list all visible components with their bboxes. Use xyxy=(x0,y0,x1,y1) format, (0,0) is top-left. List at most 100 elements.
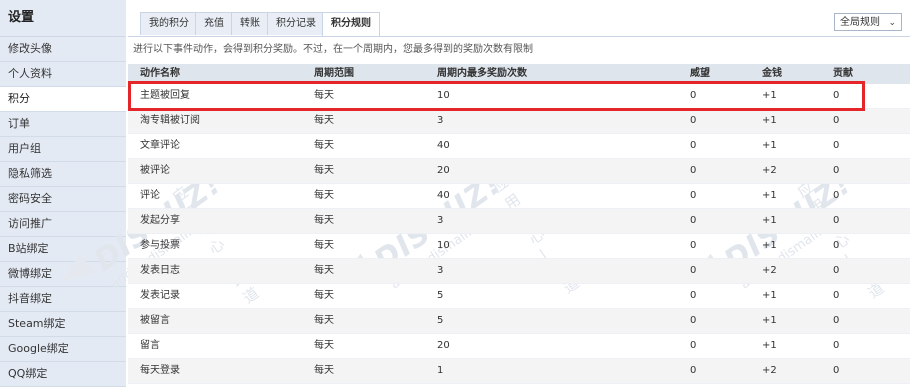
table-cell: 评论 xyxy=(140,190,160,201)
table-cell: 主题被回复 xyxy=(140,90,190,101)
table-cell: 0 xyxy=(833,265,840,276)
table-header: 动作名称 周期范围 周期内最多奖励次数 威望 金钱 贡献 xyxy=(128,64,910,84)
table-cell: 0 xyxy=(833,290,840,301)
table-cell: 0 xyxy=(690,140,697,151)
table-cell: 0 xyxy=(833,240,840,251)
sidebar-item-credits[interactable]: 积分 xyxy=(0,87,126,112)
table-cell: 每天 xyxy=(314,365,334,376)
table-row: 发起分享 每天 3 0 +1 0 xyxy=(128,209,910,234)
column-header: 动作名称 xyxy=(140,68,180,79)
table-cell: 每天 xyxy=(314,215,334,226)
sidebar-item-usergroup[interactable]: 用户组 xyxy=(0,137,126,162)
table-cell: 0 xyxy=(833,340,840,351)
sidebar-item-google[interactable]: Google绑定 xyxy=(0,337,126,362)
table-cell: +2 xyxy=(762,265,777,276)
table-cell: +2 xyxy=(762,165,777,176)
table-cell: 留言 xyxy=(140,340,160,351)
table-row: 被留言 每天 5 0 +1 0 xyxy=(128,309,910,334)
table-cell: 被评论 xyxy=(140,165,170,176)
table-cell: +1 xyxy=(762,190,777,201)
table-cell: 20 xyxy=(437,340,450,351)
chevron-down-icon: ⌄ xyxy=(888,18,896,28)
table-row: 发表日志 每天 3 0 +2 0 xyxy=(128,259,910,284)
table-cell: 发起分享 xyxy=(140,215,180,226)
table-cell: 0 xyxy=(690,215,697,226)
table-cell: 淘专辑被订阅 xyxy=(140,115,200,126)
table-cell: 0 xyxy=(690,365,697,376)
table-cell: 每天 xyxy=(314,315,334,326)
table-cell: 10 xyxy=(437,240,450,251)
table-cell: +1 xyxy=(762,340,777,351)
table-cell: 0 xyxy=(833,140,840,151)
table-cell: 发表记录 xyxy=(140,290,180,301)
rules-description: 进行以下事件动作，会得到积分奖励。不过，在一个周期内，您最多得到的奖励次数有限制 xyxy=(133,44,533,55)
table-row: 主题被回复 每天 10 0 +1 0 xyxy=(128,84,910,109)
settings-sidebar: 设置 修改头像 个人资料 积分 订单 用户组 隐私筛选 密码安全 访问推广 B站… xyxy=(0,0,126,390)
table-cell: 每天 xyxy=(314,140,334,151)
table-cell: +2 xyxy=(762,365,777,376)
table-cell: 3 xyxy=(437,115,444,126)
tab-recharge[interactable]: 充值 xyxy=(195,12,233,35)
table-cell: 40 xyxy=(437,140,450,151)
sidebar-item-promotion[interactable]: 访问推广 xyxy=(0,212,126,237)
table-row: 发表记录 每天 5 0 +1 0 xyxy=(128,284,910,309)
sidebar-item-weibo[interactable]: 微博绑定 xyxy=(0,262,126,287)
column-header: 贡献 xyxy=(833,68,853,79)
sidebar-item-bilibili[interactable]: B站绑定 xyxy=(0,237,126,262)
table-cell: 0 xyxy=(690,240,697,251)
table-cell: 0 xyxy=(833,115,840,126)
table-cell: 参与投票 xyxy=(140,240,180,251)
table-cell: 40 xyxy=(437,190,450,201)
table-cell: 每天 xyxy=(314,290,334,301)
main-content: DISCUZ! addon.dismall.com DISCUZ! addon.… xyxy=(55,0,910,390)
sidebar-item-avatar[interactable]: 修改头像 xyxy=(0,37,126,62)
table-cell: 0 xyxy=(833,90,840,101)
table-cell: 0 xyxy=(833,190,840,201)
sidebar-item-profile[interactable]: 个人资料 xyxy=(0,62,126,87)
sidebar-item-password[interactable]: 密码安全 xyxy=(0,187,126,212)
table-cell: +1 xyxy=(762,115,777,126)
table-cell: 每天 xyxy=(314,90,334,101)
sidebar-item-steam[interactable]: Steam绑定 xyxy=(0,312,126,337)
table-row: 参与投票 每天 10 0 +1 0 xyxy=(128,234,910,259)
table-cell: 0 xyxy=(690,115,697,126)
table-cell: 0 xyxy=(690,90,697,101)
table-row: 每天登录 每天 1 0 +2 0 xyxy=(128,359,910,384)
table-cell: +1 xyxy=(762,315,777,326)
column-header: 周期范围 xyxy=(314,68,354,79)
table-cell: +1 xyxy=(762,140,777,151)
table-cell: 3 xyxy=(437,265,444,276)
credit-rules-table: 动作名称 周期范围 周期内最多奖励次数 威望 金钱 贡献 主题被回复 每天 10 0 +… xyxy=(128,64,910,384)
table-cell: 每天 xyxy=(314,265,334,276)
sidebar-item-qq[interactable]: QQ绑定 xyxy=(0,362,126,387)
table-cell: 5 xyxy=(437,315,444,326)
table-cell: 发表日志 xyxy=(140,265,180,276)
table-cell: 0 xyxy=(690,290,697,301)
rule-scope-value: 全局规则 xyxy=(840,17,880,28)
tab-my-credits[interactable]: 我的积分 xyxy=(140,12,198,35)
column-header: 威望 xyxy=(690,68,710,79)
tab-credit-rules[interactable]: 积分规则 xyxy=(322,12,380,36)
tab-credit-log[interactable]: 积分记录 xyxy=(267,12,325,35)
table-row: 评论 每天 40 0 +1 0 xyxy=(128,184,910,209)
table-cell: 3 xyxy=(437,215,444,226)
table-cell: 20 xyxy=(437,165,450,176)
sidebar-item-orders[interactable]: 订单 xyxy=(0,112,126,137)
table-cell: +1 xyxy=(762,90,777,101)
sidebar-item-douyin[interactable]: 抖音绑定 xyxy=(0,287,126,312)
table-cell: 5 xyxy=(437,290,444,301)
table-cell: 0 xyxy=(690,340,697,351)
credit-tabs: 我的积分 充值 转账 积分记录 积分规则 全局规则 ⌄ xyxy=(128,0,910,37)
table-cell: 每天 xyxy=(314,190,334,201)
sidebar-title: 设置 xyxy=(0,0,126,37)
table-cell: 文章评论 xyxy=(140,140,180,151)
table-cell: 0 xyxy=(833,215,840,226)
tab-transfer[interactable]: 转账 xyxy=(231,12,269,35)
table-cell: 0 xyxy=(690,190,697,201)
table-cell: 0 xyxy=(690,265,697,276)
rule-scope-select[interactable]: 全局规则 ⌄ xyxy=(834,13,902,31)
table-cell: 0 xyxy=(833,365,840,376)
sidebar-item-privacy[interactable]: 隐私筛选 xyxy=(0,162,126,187)
column-header: 周期内最多奖励次数 xyxy=(437,68,527,79)
table-cell: 0 xyxy=(833,165,840,176)
